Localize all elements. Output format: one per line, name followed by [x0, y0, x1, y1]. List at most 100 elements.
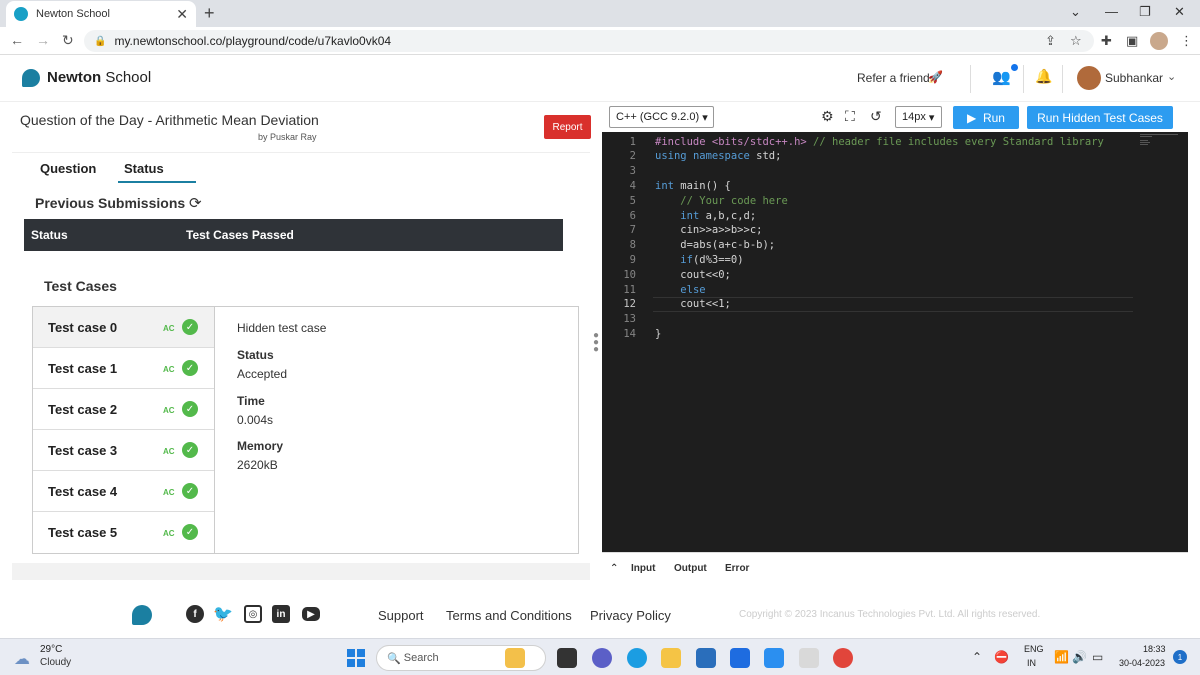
- weather-temp[interactable]: 29°C: [40, 644, 62, 655]
- restore-icon[interactable]: ❐: [1139, 4, 1151, 20]
- code-line[interactable]: 3: [602, 164, 1188, 179]
- url-field[interactable]: 🔒 my.newtonschool.co/playground/code/u7k…: [84, 30, 1094, 52]
- code-line[interactable]: 2 using namespace std;: [602, 149, 1188, 164]
- refresh-icon[interactable]: ⟳: [189, 194, 202, 212]
- test-case-row[interactable]: Test case 5 AC ✓: [33, 512, 214, 553]
- new-tab-button[interactable]: +: [204, 3, 215, 24]
- chrome-icon[interactable]: [833, 648, 853, 668]
- share-icon[interactable]: ⇪: [1045, 33, 1056, 49]
- close-tab-icon[interactable]: ✕: [176, 6, 188, 23]
- test-case-row[interactable]: Test case 3 AC ✓: [33, 430, 214, 471]
- chevron-up-icon[interactable]: ⌃: [972, 650, 982, 664]
- tab-status[interactable]: Status: [124, 161, 164, 176]
- menu-kebab-icon[interactable]: ⋮: [1180, 33, 1193, 49]
- search-highlight-icon[interactable]: [505, 648, 525, 668]
- code-line[interactable]: 12 cout<<1;: [602, 297, 1188, 312]
- reload-icon[interactable]: ↻: [62, 32, 74, 49]
- code-line[interactable]: 5 // Your code here: [602, 193, 1188, 208]
- weather-condition[interactable]: Cloudy: [40, 657, 71, 668]
- close-window-icon[interactable]: ✕: [1174, 4, 1185, 20]
- verdict-badge: AC: [163, 365, 175, 374]
- test-case-row[interactable]: Test case 0 AC ✓: [33, 307, 214, 348]
- error-tab[interactable]: Error: [725, 563, 749, 574]
- tab-question[interactable]: Question: [40, 161, 96, 176]
- browser-tab[interactable]: Newton School ✕: [6, 1, 196, 27]
- twitter-icon[interactable]: 🐦: [213, 605, 233, 623]
- cloud-icon[interactable]: ☁: [14, 649, 30, 669]
- windows-start-icon[interactable]: [347, 649, 365, 667]
- wifi-icon[interactable]: 📶: [1054, 650, 1069, 664]
- code-editor[interactable]: 1 #include <bits/stdc++.h> // header file…: [602, 132, 1188, 552]
- code-line[interactable]: 7 cin>>a>>b>>c;: [602, 223, 1188, 238]
- test-case-name: Test case 3: [48, 443, 118, 458]
- volume-icon[interactable]: 🔊: [1072, 650, 1087, 664]
- test-case-row[interactable]: Test case 4 AC ✓: [33, 471, 214, 512]
- line-number: 10: [623, 268, 636, 281]
- security-icon[interactable]: ⛔: [994, 650, 1009, 664]
- mcafee-icon[interactable]: [764, 648, 784, 668]
- terms-link[interactable]: Terms and Conditions: [446, 608, 572, 623]
- line-number: 12: [623, 298, 636, 311]
- facebook-icon[interactable]: f: [186, 605, 204, 623]
- run-hidden-tests-button[interactable]: Run Hidden Test Cases: [1027, 106, 1173, 129]
- bell-icon[interactable]: 🔔: [1035, 68, 1052, 85]
- fullscreen-icon[interactable]: ⛶: [845, 108, 855, 125]
- windows-taskbar: ☁ 29°C Cloudy 🔍 Search ⌃ ⛔ ENG IN 📶 🔊 ▭ …: [0, 638, 1200, 675]
- battery-icon[interactable]: ▭: [1092, 650, 1103, 664]
- bookmark-star-icon[interactable]: ☆: [1070, 33, 1082, 49]
- language-select[interactable]: C++ (GCC 9.2.0) ▾: [609, 106, 714, 128]
- code-line[interactable]: 6 int a,b,c,d;: [602, 208, 1188, 223]
- drag-handle-icon[interactable]: ● ● ●: [593, 331, 599, 355]
- back-icon[interactable]: ←: [10, 32, 24, 48]
- font-size-select[interactable]: 14px ▾: [895, 106, 942, 128]
- code-line[interactable]: 9 if(d%3==0): [602, 252, 1188, 267]
- support-link[interactable]: Support: [378, 608, 424, 623]
- code-line[interactable]: 8 d=abs(a+c-b-b);: [602, 238, 1188, 253]
- app-icon[interactable]: [799, 648, 819, 668]
- output-tab[interactable]: Output: [674, 563, 707, 574]
- minimize-icon[interactable]: —: [1105, 4, 1118, 19]
- report-button[interactable]: Report: [544, 115, 591, 139]
- code-line[interactable]: 10 cout<<0;: [602, 267, 1188, 282]
- dropbox-icon[interactable]: [730, 648, 750, 668]
- brand-name[interactable]: Newton School: [47, 69, 151, 86]
- test-case-row[interactable]: Test case 2 AC ✓: [33, 389, 214, 430]
- chevron-down-icon[interactable]: ⌄: [1167, 70, 1176, 83]
- task-view-icon[interactable]: [557, 648, 577, 668]
- newton-logo-icon[interactable]: [132, 605, 152, 625]
- refer-friend-link[interactable]: Refer a friend: [857, 71, 930, 85]
- input-language[interactable]: ENG: [1024, 644, 1044, 654]
- user-avatar[interactable]: [1077, 66, 1101, 90]
- expand-caret-icon[interactable]: ⌃: [610, 563, 618, 574]
- input-region[interactable]: IN: [1027, 658, 1036, 668]
- settings-gear-icon[interactable]: ⚙: [821, 108, 834, 125]
- run-button[interactable]: ▶ Run: [953, 106, 1019, 129]
- youtube-icon[interactable]: ▶: [302, 607, 320, 621]
- forward-icon[interactable]: →: [36, 32, 50, 48]
- side-panel-icon[interactable]: ▣: [1126, 33, 1138, 49]
- code-line[interactable]: 14}: [602, 326, 1188, 341]
- reset-icon[interactable]: ↺: [870, 108, 882, 125]
- mail-icon[interactable]: [696, 648, 716, 668]
- instagram-icon[interactable]: ◎: [244, 605, 262, 623]
- privacy-link[interactable]: Privacy Policy: [590, 608, 671, 623]
- file-explorer-icon[interactable]: [661, 648, 681, 668]
- clock-date[interactable]: 30-04-2023: [1119, 658, 1165, 668]
- profile-avatar[interactable]: [1150, 32, 1168, 50]
- linkedin-icon[interactable]: in: [272, 605, 290, 623]
- code-line[interactable]: 4 int main() {: [602, 178, 1188, 193]
- clock-time[interactable]: 18:33: [1143, 644, 1166, 654]
- edge-icon[interactable]: [627, 648, 647, 668]
- code-line[interactable]: 13: [602, 312, 1188, 327]
- newton-logo-icon[interactable]: [22, 69, 40, 87]
- extensions-icon[interactable]: ✚: [1101, 33, 1112, 49]
- user-name[interactable]: Subhankar: [1105, 71, 1163, 85]
- code-line[interactable]: 11 else: [602, 282, 1188, 297]
- notification-badge[interactable]: 1: [1173, 650, 1187, 664]
- tab-search-icon[interactable]: ⌄: [1070, 4, 1081, 20]
- input-tab[interactable]: Input: [631, 563, 655, 574]
- test-case-row[interactable]: Test case 1 AC ✓: [33, 348, 214, 389]
- people-icon[interactable]: 👥: [992, 68, 1011, 86]
- teams-chat-icon[interactable]: [592, 648, 612, 668]
- code-line[interactable]: 1 #include <bits/stdc++.h> // header file…: [602, 134, 1188, 149]
